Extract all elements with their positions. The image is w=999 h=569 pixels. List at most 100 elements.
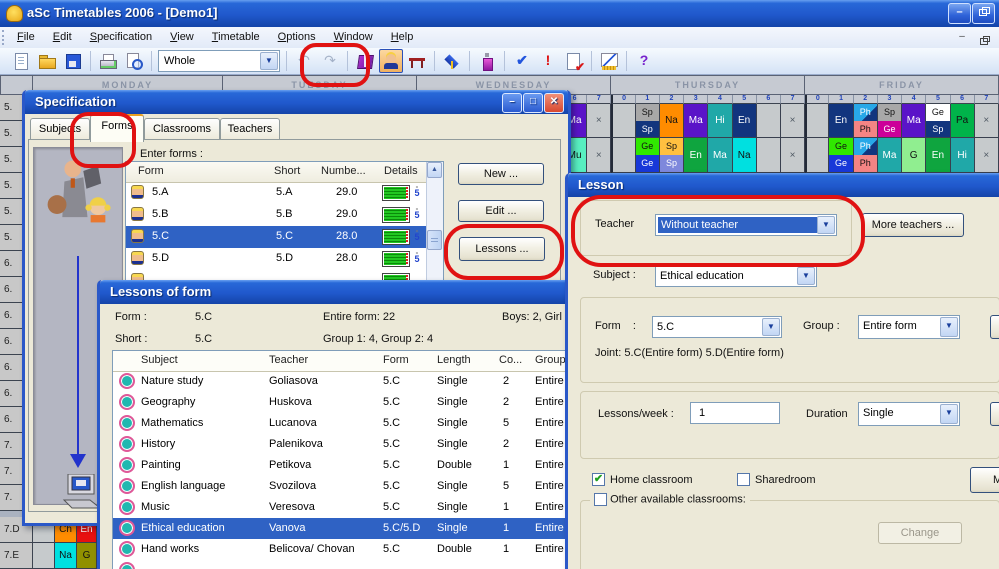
- column-header-length[interactable]: Length: [437, 354, 471, 366]
- statistics-icon[interactable]: [597, 49, 621, 73]
- lesson-cell-half[interactable]: Sp: [636, 104, 659, 121]
- lesson-row[interactable]: Nature studyGoliasova5.CSingle2Entire: [113, 371, 579, 392]
- chevron-down-icon[interactable]: ▼: [797, 267, 815, 285]
- lesson-cell-half[interactable]: Ph: [854, 138, 877, 155]
- timetable-cell[interactable]: Na: [660, 104, 684, 138]
- timetable-cell[interactable]: Ma: [878, 138, 902, 173]
- mdi-restore-button[interactable]: [973, 31, 987, 44]
- save-icon[interactable]: [61, 49, 85, 73]
- chevron-down-icon[interactable]: ▼: [940, 317, 958, 337]
- lesson-cell-half[interactable]: Ge: [636, 155, 659, 172]
- lesson-row[interactable]: HistoryPalenikova5.CSingle2Entire: [113, 434, 579, 455]
- scrollbar-thumb[interactable]: [427, 230, 442, 250]
- lesson-row[interactable]: MusicVeresova5.CSingle1Entire: [113, 497, 579, 518]
- timetable-cell[interactable]: [757, 138, 781, 173]
- chevron-down-icon[interactable]: ▼: [817, 216, 835, 234]
- lessons-week-input[interactable]: 1: [690, 402, 780, 424]
- lesson-row[interactable]: GeographyHuskova5.CSingle2Entire: [113, 392, 579, 413]
- tab-teachers[interactable]: Teachers: [220, 118, 280, 141]
- chevron-down-icon[interactable]: ▼: [260, 52, 278, 70]
- timetable-cell[interactable]: Na: [55, 543, 77, 569]
- timetable-cell[interactable]: ×: [975, 138, 999, 173]
- timetable-cell[interactable]: ×: [975, 104, 999, 138]
- conflicts-icon[interactable]: !: [536, 49, 560, 73]
- timetable-cell[interactable]: Na: [733, 138, 757, 173]
- specification-title-bar[interactable]: Specification – □ ✕: [25, 90, 568, 114]
- lesson-cell-half[interactable]: Ph: [854, 104, 877, 121]
- form-row[interactable]: 5.C5.C28.05: [126, 226, 427, 248]
- subjects-icon[interactable]: [353, 49, 377, 73]
- redo-icon[interactable]: ↷: [318, 49, 342, 73]
- lesson-title-bar[interactable]: Lesson: [568, 173, 999, 197]
- lesson-row[interactable]: Hand worksBelicova/ Chovan5.CDouble1Enti…: [113, 539, 579, 560]
- menu-item-options[interactable]: Options: [269, 27, 325, 48]
- timetable-cell[interactable]: En: [926, 138, 950, 173]
- form-row[interactable]: 5.B5.B29.05: [126, 204, 427, 226]
- spec-close-button[interactable]: ✕: [544, 93, 564, 113]
- lesson-cell-half[interactable]: Ph: [854, 155, 877, 172]
- more-teachers-button[interactable]: More teachers ...: [862, 213, 964, 237]
- chevron-down-icon[interactable]: ▼: [762, 318, 780, 336]
- timetable-cell[interactable]: ×: [781, 104, 805, 138]
- form-row[interactable]: 5.A5.A29.05: [126, 182, 427, 204]
- minimize-button[interactable]: –: [948, 3, 971, 24]
- column-header-group[interactable]: Group: [535, 354, 566, 366]
- duration-select[interactable]: Single ▼: [858, 402, 960, 426]
- timetable-cell[interactable]: G: [902, 138, 926, 173]
- classes-icon[interactable]: [440, 49, 464, 73]
- mdi-minimize-button[interactable]: –: [955, 31, 969, 44]
- chevron-down-icon[interactable]: ▼: [940, 404, 958, 424]
- scroll-up-icon[interactable]: ▲: [427, 162, 442, 178]
- column-header-numbe[interactable]: Numbe...: [321, 165, 366, 177]
- column-header-subject[interactable]: Subject: [141, 354, 178, 366]
- lessons-of-form-title-bar[interactable]: Lessons of form: [100, 280, 581, 304]
- lesson-row[interactable]: MathematicsLucanova5.CSingle5Entire: [113, 413, 579, 434]
- open-file-icon[interactable]: [35, 49, 59, 73]
- change-button[interactable]: Change: [878, 522, 962, 544]
- timetable-cell[interactable]: SpSp: [660, 138, 684, 173]
- timetable-cell[interactable]: Hi: [951, 138, 975, 173]
- timetable-cell[interactable]: [757, 104, 781, 138]
- summary-icon[interactable]: [562, 49, 586, 73]
- timetable-cell[interactable]: [805, 104, 829, 138]
- teacher-select[interactable]: Without teacher ▼: [655, 214, 837, 236]
- timetable-cell[interactable]: Pa: [951, 104, 975, 138]
- menu-item-view[interactable]: View: [161, 27, 203, 48]
- form-select[interactable]: 5.C ▼: [652, 316, 782, 338]
- column-header-form[interactable]: Form: [138, 165, 164, 177]
- menu-item-edit[interactable]: Edit: [44, 27, 81, 48]
- lesson-cell-half[interactable]: Sp: [660, 138, 683, 155]
- lesson-cell-half[interactable]: Ph: [854, 121, 877, 138]
- column-header-short[interactable]: Short: [274, 165, 300, 177]
- timetable-cell[interactable]: [611, 104, 635, 138]
- edit-form-button[interactable]: Edit ...: [458, 200, 544, 222]
- timetable-cell[interactable]: PhPh: [854, 104, 878, 138]
- check-timetable-icon[interactable]: ✔: [510, 49, 534, 73]
- timetable-cell[interactable]: ×: [781, 138, 805, 173]
- view-select[interactable]: Whole▼: [158, 50, 280, 72]
- lesson-cell-half[interactable]: Sp: [636, 121, 659, 138]
- lessons-button[interactable]: Lessons ...: [459, 237, 545, 261]
- timetable-cell[interactable]: GeGe: [829, 138, 853, 173]
- timetable-cell[interactable]: GeGe: [636, 138, 660, 173]
- print-icon[interactable]: [96, 49, 120, 73]
- clipped-edge-button[interactable]: [990, 402, 999, 426]
- clipped-more-button[interactable]: M: [970, 467, 999, 493]
- tab-classrooms[interactable]: Classrooms: [144, 118, 220, 141]
- lesson-cell-half[interactable]: Ge: [829, 155, 852, 172]
- spec-maximize-button[interactable]: □: [523, 93, 543, 113]
- form-row[interactable]: 5.D5.D28.05: [126, 248, 427, 270]
- column-header-co[interactable]: Co...: [499, 354, 522, 366]
- column-header-form[interactable]: Form: [383, 354, 409, 366]
- teachers-icon[interactable]: [379, 49, 403, 73]
- tab-forms[interactable]: Forms: [90, 114, 144, 142]
- lesson-row[interactable]: [113, 560, 579, 569]
- spec-minimize-button[interactable]: –: [502, 93, 522, 113]
- undo-icon[interactable]: ↶: [292, 49, 316, 73]
- clipped-edge-button[interactable]: [990, 315, 999, 339]
- classrooms-icon[interactable]: [405, 49, 429, 73]
- menu-item-timetable[interactable]: Timetable: [203, 27, 269, 48]
- menu-item-specification[interactable]: Specification: [81, 27, 161, 48]
- lesson-cell-half[interactable]: Sp: [878, 104, 901, 121]
- timetable-cell[interactable]: Ma: [708, 138, 732, 173]
